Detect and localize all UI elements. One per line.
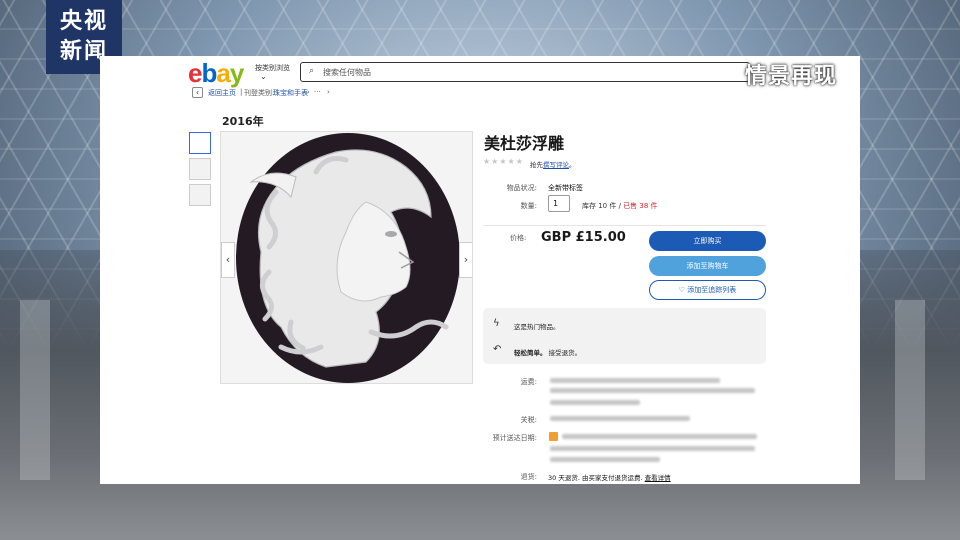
shipping-label: 运费: (520, 378, 537, 386)
lightning-icon: ϟ (493, 318, 500, 329)
promo-box: ϟ 这是热门物品。 ↶ 轻松简单。 接受退货。 (483, 308, 766, 364)
background-column (20, 300, 50, 480)
next-image-button[interactable]: › (459, 242, 472, 278)
search-placeholder: 搜索任何物品 (323, 68, 371, 77)
prev-image-button[interactable]: ‹ (221, 242, 235, 278)
delivery-label: 预计送达日期: (492, 434, 537, 442)
watchlist-label: 添加至追踪列表 (687, 286, 737, 294)
review-prefix: 抢先 (530, 161, 543, 169)
rating-stars: ★★★★★ (483, 157, 524, 166)
write-review: 抢先撰写评论。 (530, 159, 576, 169)
condition-value: 全新带标签 (548, 184, 583, 192)
heart-icon: ♡ (678, 286, 686, 294)
blurred-text (562, 434, 757, 439)
breadcrumb-chevron: › (327, 88, 330, 96)
scene-reenactment-caption: 情景再现 (745, 64, 838, 89)
price-value: GBP £15.00 (541, 230, 626, 245)
logo-line-1: 央视 (59, 9, 108, 34)
buy-now-button[interactable]: 立即购买 (649, 231, 766, 251)
write-review-link[interactable]: 撰写评论 (543, 161, 569, 169)
breadcrumb-home[interactable]: 返回主页 (208, 88, 236, 98)
blurred-text (550, 457, 660, 462)
sold-count: 已售 38 件 (623, 202, 658, 210)
thumbnail[interactable] (189, 184, 211, 206)
breadcrumb-jewelry[interactable]: 珠宝和手表 (273, 88, 308, 98)
browser-window: ebay 按类别浏览 ⌄ ⌕ 搜索任何物品 ‹ 返回主页 | 刊登类别: 珠宝和… (100, 56, 860, 484)
blurred-text (550, 378, 720, 383)
breadcrumb-more[interactable]: ··· (314, 88, 321, 96)
quantity-input[interactable]: 1 (548, 195, 570, 212)
returns-info: 30 天退货. 由买家支付退货运费. 查看详情 (548, 472, 671, 482)
medusa-cameo-image (236, 133, 460, 383)
returns-text: 30 天退货. 由买家支付退货运费. (548, 474, 643, 482)
add-to-cart-button[interactable]: 添加至购物车 (649, 256, 766, 276)
returns-label: 退货: (520, 473, 537, 481)
breadcrumb-chevron: › (307, 88, 310, 96)
stock-info: 库存 10 件 / 已售 38 件 (582, 201, 658, 211)
blurred-text (550, 400, 640, 405)
divider (483, 225, 766, 226)
product-image[interactable]: ‹ › (220, 131, 473, 384)
quantity-label: 数量: (520, 202, 537, 210)
thumbnail[interactable] (189, 132, 211, 154)
thumbnail[interactable] (189, 158, 211, 180)
promo-returns-tail: 接受退货。 (548, 349, 582, 357)
returns-details-link[interactable]: 查看详情 (645, 474, 671, 482)
background-column (895, 300, 925, 480)
search-input[interactable]: ⌕ 搜索任何物品 (300, 62, 750, 82)
blurred-text (550, 446, 755, 451)
add-to-watchlist-button[interactable]: ♡ 添加至追踪列表 (649, 280, 766, 300)
review-suffix: 。 (569, 161, 576, 169)
promo-returns-title: 轻松简单。 (514, 349, 547, 357)
listing-title: 美杜莎浮雕 (484, 134, 565, 153)
customs-label: 关税: (520, 416, 537, 424)
back-arrow-icon[interactable]: ‹ (192, 87, 203, 98)
breadcrumb-separator: | (240, 88, 243, 96)
info-icon (549, 432, 558, 441)
stock-count: 库存 10 件 / (582, 202, 621, 210)
search-icon: ⌕ (309, 66, 315, 76)
ebay-logo[interactable]: ebay (188, 58, 244, 89)
promo-popular: 这是热门物品。 (514, 323, 560, 331)
chevron-down-icon[interactable]: ⌄ (260, 72, 267, 81)
blurred-text (550, 388, 755, 393)
listing-year: 2016年 (222, 115, 264, 128)
condition-label: 物品状况: (506, 184, 537, 192)
price-label: 价格: (510, 234, 527, 242)
blurred-text (550, 416, 690, 421)
promo-returns: 轻松简单。 接受退货。 (514, 347, 581, 357)
breadcrumb-category-label: 刊登类别: (244, 89, 275, 97)
return-icon: ↶ (493, 344, 502, 355)
